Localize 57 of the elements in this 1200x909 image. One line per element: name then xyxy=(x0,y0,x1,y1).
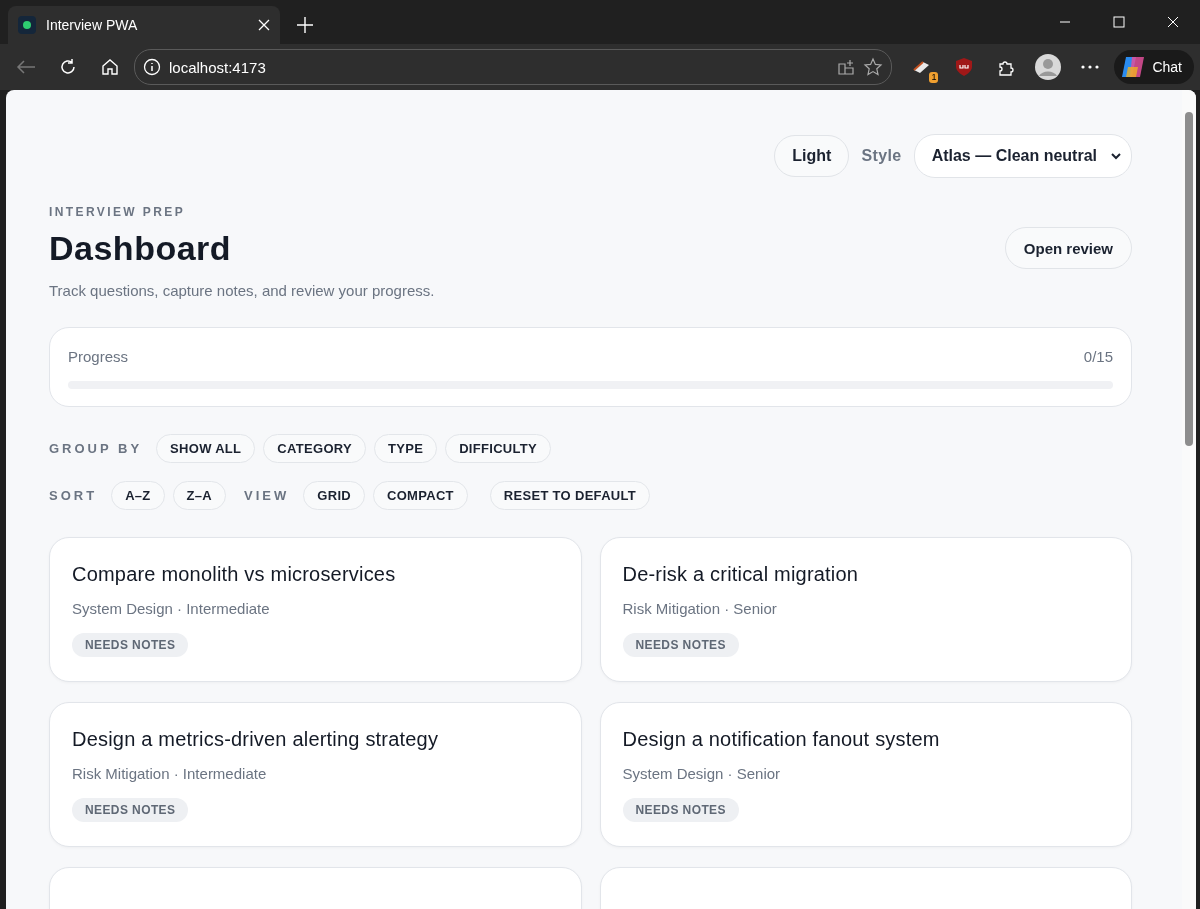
status-tag: NEEDS NOTES xyxy=(72,798,189,822)
theme-toggle-button[interactable]: Light xyxy=(774,135,850,177)
tab-title: Interview PWA xyxy=(46,17,139,33)
question-card[interactable]: Compare monolith vs microservices System Design · Intermediate NEEDS NOTES xyxy=(49,537,582,682)
scrollbar-thumb[interactable] xyxy=(1185,112,1193,446)
more-icon[interactable] xyxy=(1081,65,1100,69)
card-meta: System Design · Senior xyxy=(622,765,782,782)
page-subtitle: Track questions, capture notes, and review your progress. xyxy=(49,282,436,299)
question-card[interactable]: Design a notification fanout system System Design · Senior NEEDS NOTES xyxy=(599,702,1132,847)
eyebrow-label: INTERVIEW PREP xyxy=(49,205,187,219)
group-option[interactable]: CATEGORY xyxy=(263,434,366,463)
open-review-button[interactable]: Open review xyxy=(1004,227,1132,269)
home-icon[interactable] xyxy=(101,58,119,76)
reload-icon[interactable] xyxy=(59,58,77,76)
progress-label: Progress xyxy=(68,348,129,365)
chat-button[interactable]: Chat xyxy=(1114,50,1194,84)
style-select[interactable]: Atlas — Clean neutral xyxy=(913,134,1132,178)
app-icon xyxy=(18,16,36,34)
group-by-label: GROUP BY xyxy=(49,441,143,456)
new-tab-icon[interactable] xyxy=(296,16,314,34)
browser-tab[interactable]: Interview PWA xyxy=(8,6,280,44)
card-title: Design a metrics-driven alerting strategy xyxy=(72,728,440,751)
copilot-icon xyxy=(1120,55,1147,79)
chevron-down-icon xyxy=(1111,152,1121,160)
progress-count: 0/15 xyxy=(1083,348,1113,365)
group-option[interactable]: DIFFICULTY xyxy=(445,434,551,463)
status-tag: NEEDS NOTES xyxy=(622,633,739,657)
back-icon[interactable] xyxy=(16,59,36,75)
status-tag: NEEDS NOTES xyxy=(622,798,739,822)
address-bar[interactable]: localhost:4173 xyxy=(134,49,893,85)
card-title: Compare monolith vs microservices xyxy=(72,563,397,586)
card-meta: System Design · Intermediate xyxy=(72,600,271,617)
view-label: VIEW xyxy=(244,488,290,503)
add-app-icon[interactable] xyxy=(837,58,856,76)
group-option[interactable]: TYPE xyxy=(374,434,438,463)
question-card[interactable]: De-risk a critical migration Risk Mitigation · Senior NEEDS NOTES xyxy=(599,537,1132,682)
card-title: Design a notification fanout system xyxy=(622,728,941,751)
reset-button[interactable]: RESET TO DEFAULT xyxy=(489,481,651,510)
star-icon[interactable] xyxy=(863,57,884,77)
card-meta: Risk Mitigation · Senior xyxy=(622,600,778,617)
close-icon[interactable] xyxy=(258,19,270,31)
notification-badge: 1 xyxy=(929,72,939,83)
card-title: De-risk a critical migration xyxy=(622,563,860,586)
card-meta: Risk Mitigation · Intermediate xyxy=(72,765,268,782)
sort-option[interactable]: Z–A xyxy=(172,481,227,510)
info-icon[interactable] xyxy=(143,58,161,76)
page-title: Dashboard xyxy=(49,229,233,268)
view-option[interactable]: GRID xyxy=(303,481,365,510)
status-tag: NEEDS NOTES xyxy=(72,633,189,657)
question-card[interactable]: Design a metrics-driven alerting strategy Risk Mitigation · Intermediate NEEDS NOTES xyxy=(49,702,582,847)
group-option[interactable]: SHOW ALL xyxy=(156,434,256,463)
style-label: Style xyxy=(861,147,902,165)
view-option[interactable]: COMPACT xyxy=(373,481,468,510)
avatar-icon[interactable] xyxy=(1035,54,1062,80)
sort-option[interactable]: A–Z xyxy=(111,481,165,510)
shield-icon[interactable] xyxy=(955,57,974,77)
sort-label: SORT xyxy=(49,488,98,503)
